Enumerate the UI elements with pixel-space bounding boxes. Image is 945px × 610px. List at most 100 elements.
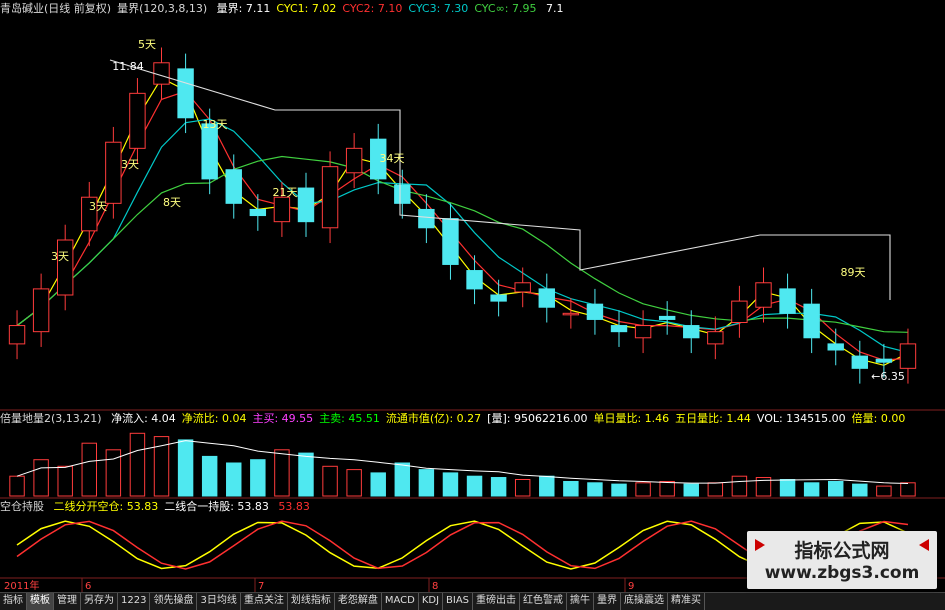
volume-bar	[394, 462, 411, 497]
candle-body	[442, 218, 459, 265]
tab-擒牛[interactable]: 擒牛	[567, 593, 595, 610]
tab-量界[interactable]: 量界	[594, 593, 622, 610]
candle-body	[875, 358, 893, 363]
volume-header-field: VOL: 134515.00	[756, 412, 846, 425]
volume-bar	[563, 480, 579, 497]
candle-body	[538, 288, 555, 308]
volume-bar	[803, 482, 820, 497]
indicator-name: 量界(120,3,8,13)	[117, 2, 208, 15]
volume-bar	[418, 469, 435, 497]
tab-红色警戒[interactable]: 红色警戒	[520, 593, 568, 610]
axis-month-label: 6	[85, 581, 91, 592]
price-header-field: 7.1	[542, 2, 564, 15]
volume-header-field: 单日量比: 1.46	[593, 412, 670, 425]
volume-bar	[466, 475, 483, 497]
volume-bar	[514, 479, 531, 497]
watermark-logo: 指标公式网 www.zbgs3.com	[747, 531, 937, 589]
volume-bar	[828, 480, 844, 497]
volume-bar	[635, 482, 651, 497]
candle-body	[803, 303, 820, 339]
volume-panel-header: 倍量地量2(3,13,21) 净流入: 4.04 净流比: 0.04 主买: 49.…	[0, 412, 945, 426]
volume-bar	[852, 483, 868, 497]
tab-老怨解盘[interactable]: 老怨解盘	[335, 593, 382, 610]
candle-body	[345, 147, 363, 174]
axis-month-label: 8	[432, 581, 438, 592]
volume-bar	[659, 480, 675, 497]
tab-领先操盘[interactable]: 领先操盘	[150, 593, 198, 610]
volume-bar	[201, 455, 218, 497]
volume-bar	[900, 482, 916, 497]
candle-body	[201, 123, 218, 180]
annotation-label: 3天	[51, 250, 69, 263]
candle-body	[32, 288, 50, 333]
cyc2-line	[16, 90, 909, 361]
annotation-label: 3天	[121, 158, 139, 171]
candle-body	[610, 325, 628, 333]
cyc1-line	[16, 77, 909, 366]
candle-body	[273, 196, 291, 223]
candle-body	[562, 312, 580, 316]
cyc3-line	[16, 118, 909, 353]
volume-bar	[9, 475, 25, 497]
candle-body	[683, 325, 700, 339]
tab-3日均线[interactable]: 3日均线	[197, 593, 241, 610]
watermark-url: www.zbgs3.com	[764, 563, 920, 583]
price-header-field: CYC∞: 7.95	[474, 2, 537, 15]
candle-body	[899, 343, 917, 369]
candle-body	[177, 68, 194, 119]
volume-bar	[731, 475, 748, 497]
volume-bar	[177, 439, 194, 497]
candle-body	[586, 303, 604, 320]
annotation-label: ←6.35	[871, 370, 905, 383]
volume-ma-line	[16, 440, 909, 484]
candle-body	[56, 239, 74, 296]
candle-body	[418, 208, 435, 229]
candle-body	[129, 92, 146, 149]
volume-bar	[876, 485, 892, 497]
axis-month-label: 7	[258, 581, 264, 592]
tab-管理[interactable]: 管理	[54, 593, 81, 610]
annotation-label: 34天	[380, 152, 405, 165]
volume-indicator-name: 倍量地量2(3,13,21)	[0, 412, 102, 425]
candle-body	[658, 315, 676, 320]
volume-bar	[322, 465, 338, 497]
candle-body	[490, 294, 507, 302]
volume-bar	[539, 475, 555, 497]
candle-body	[8, 325, 26, 345]
volume-header-field: 五日量比: 1.44	[675, 412, 751, 425]
tab-MACD[interactable]: MACD	[382, 593, 419, 610]
tab-指标[interactable]: 指标	[0, 593, 27, 610]
indicator-tab-bar: 指标 模板 管理 另存为 1223 领先操盘 3日均线 重点关注 划线指标 老怨解盘 MACD KDJ…	[0, 592, 945, 610]
stock-title: 青岛碱业(日线 前复权)	[0, 2, 112, 15]
volume-bar	[370, 472, 386, 497]
tab-底操震选[interactable]: 底操震选	[621, 593, 669, 610]
volume-bar	[707, 482, 724, 497]
oscillator-panel-header: 空仓持股 二线分开空仓: 53.83 二线合一持股: 53.83 53.83	[0, 500, 945, 514]
price-header-field: CYC2: 7.10	[342, 2, 403, 15]
volume-header-field: [量]: 95062216.00	[487, 412, 588, 425]
tab-模板[interactable]: 模板	[27, 593, 54, 610]
tab-另存为[interactable]: 另存为	[81, 593, 118, 610]
candle-body	[466, 270, 483, 290]
volume-bar	[587, 482, 603, 497]
tab-划线指标[interactable]: 划线指标	[288, 593, 335, 610]
tab-BIAS[interactable]: BIAS	[443, 593, 474, 610]
tab-精准买[interactable]: 精准买	[668, 593, 706, 610]
candle-body	[634, 325, 652, 339]
volume-bar	[442, 472, 459, 497]
volume-header-field: 主买: 49.55	[252, 412, 314, 425]
tab-重点关注[interactable]: 重点关注	[241, 593, 288, 610]
tab-1223[interactable]: 1223	[118, 593, 151, 610]
annotation-label: 3天	[89, 200, 107, 213]
volume-bar	[129, 432, 146, 497]
volume-header-field: 净流入: 4.04	[111, 412, 176, 425]
candle-body	[394, 184, 411, 204]
annotation-label: 21天	[273, 186, 298, 199]
price-header-field: CYC3: 7.30	[408, 2, 469, 15]
candle-body	[105, 141, 122, 204]
price-panel-header: 青岛碱业(日线 前复权) 量界(120,3,8,13) 量界: 7.11 CYC1:…	[0, 2, 945, 16]
annotation-label: 11.84	[112, 60, 144, 73]
tab-KDJ[interactable]: KDJ	[419, 593, 444, 610]
volume-bar	[298, 452, 314, 497]
tab-重磅出击[interactable]: 重磅出击	[473, 593, 521, 610]
